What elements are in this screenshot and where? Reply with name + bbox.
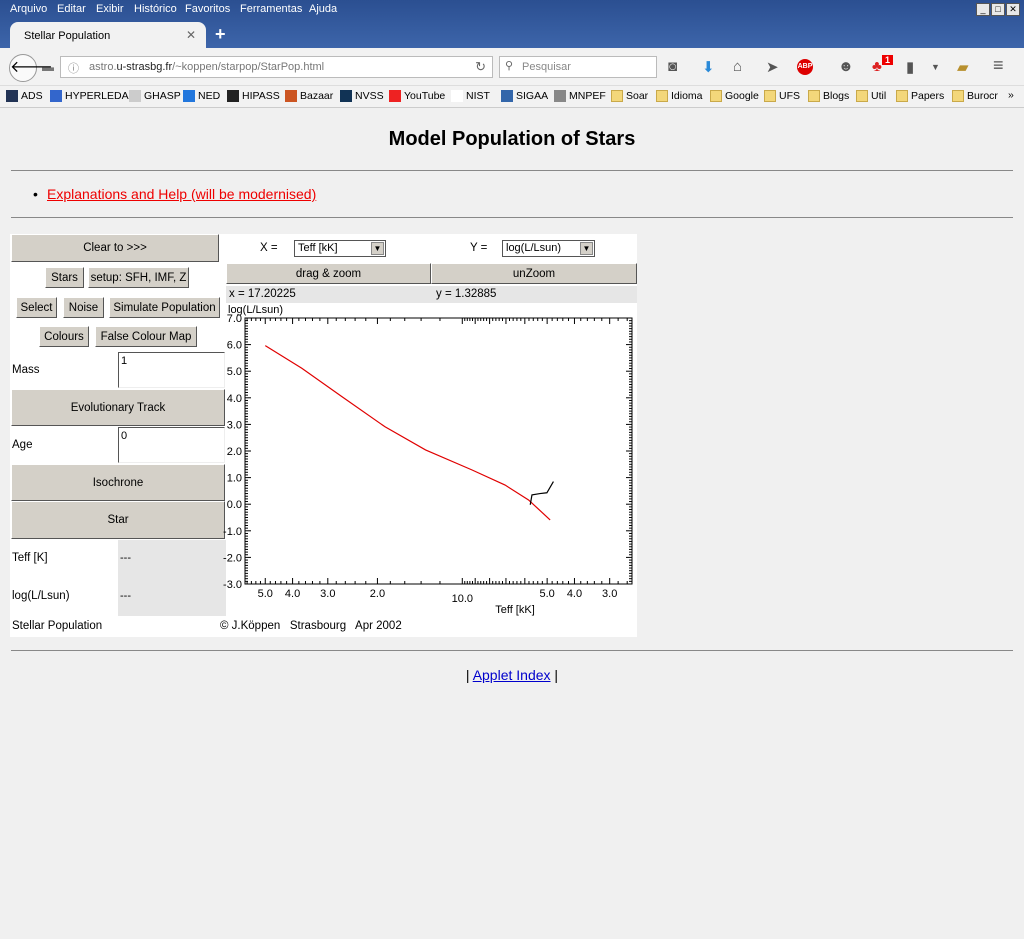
x-tick-label: 2.0 [370,588,385,600]
menu-editar[interactable]: Editar [57,3,86,15]
menu-exibir[interactable]: Exibir [96,3,124,15]
divider [11,650,1013,651]
x-tick-label: 4.0 [285,588,300,600]
menu-ajuda[interactable]: Ajuda [309,3,337,15]
hr-diagram[interactable]: 7.06.05.04.03.02.01.00.0-1.0-2.0-3.05.0 4… [0,0,1024,939]
separator: | [465,667,470,683]
applet-index-link[interactable]: Applet Index [473,667,551,683]
x-tick-label: 3.0 [602,588,617,600]
y-tick-label: 6.0 [227,340,242,352]
y-tick-label: -2.0 [223,552,242,564]
separator: | [554,667,559,683]
y-tick-label: 3.0 [227,419,242,431]
y-tick-label: 5.0 [227,366,242,378]
applet-index-nav: | Applet Index | [0,667,1024,683]
y-tick-label: 2.0 [227,446,242,458]
menu-favoritos[interactable]: Favoritos [185,3,230,15]
x-axis-label: Teff [kK] [495,604,535,616]
x-tick-label: 10.0 [452,593,473,605]
menu-arquivo[interactable]: Arquivo [10,3,47,15]
plot-frame [244,317,633,585]
y-tick-label: 1.0 [227,473,242,485]
x-tick-label: 3.0 [320,588,335,600]
y-tick-label: -3.0 [223,579,242,591]
y-tick-label: 4.0 [227,393,242,405]
menu-histórico[interactable]: Histórico [134,3,177,15]
x-tick-label: 4.0 [567,588,582,600]
y-axis-label: log(L/Lsun) [228,304,283,316]
y-tick-label: 0.0 [227,499,242,511]
x-tick-label: 5.0 [258,588,273,600]
menu-ferramentas[interactable]: Ferramentas [240,3,302,15]
y-tick-label: -1.0 [223,526,242,538]
x-tick-label: 5.0 [539,588,554,600]
